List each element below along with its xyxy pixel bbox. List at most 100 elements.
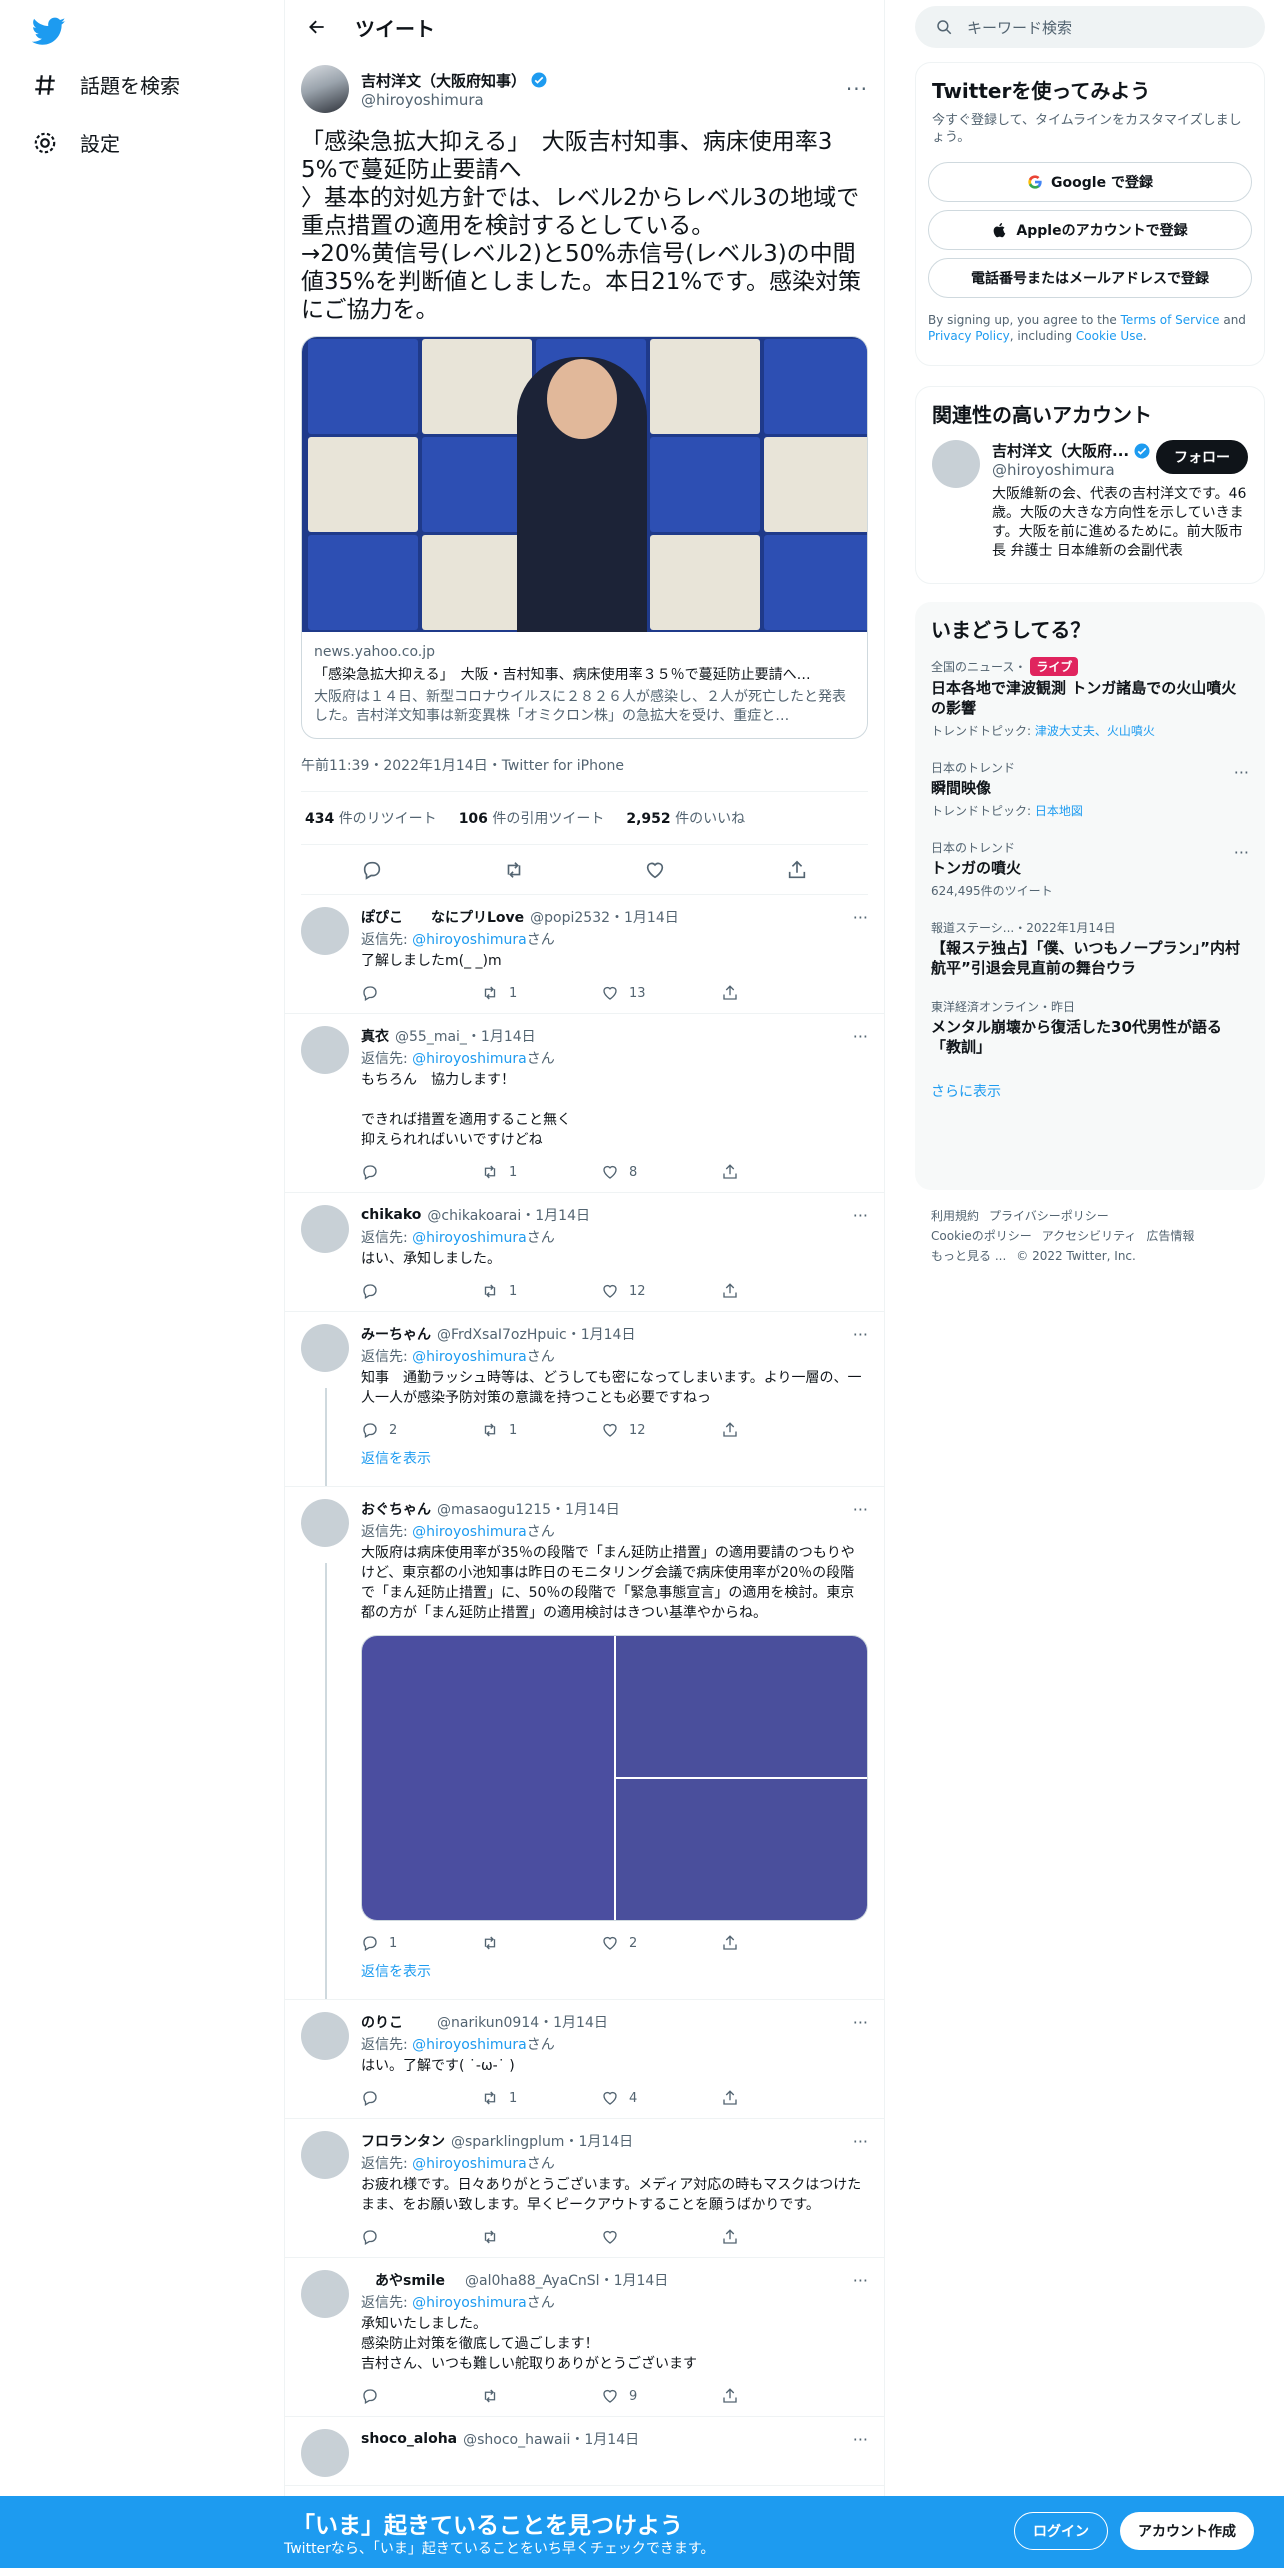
reply-button[interactable]: 2 bbox=[361, 1421, 481, 1439]
nav-settings[interactable]: 設定 bbox=[32, 128, 120, 157]
footer-link[interactable]: Cookieのポリシー bbox=[931, 1229, 1032, 1243]
reply-button[interactable] bbox=[361, 2089, 481, 2107]
retweet-button[interactable]: 1 bbox=[481, 984, 601, 1002]
footer-link[interactable]: アクセシビリティ bbox=[1042, 1229, 1137, 1243]
reply-meta[interactable]: @masaogu1215・1月14日 bbox=[437, 1499, 620, 1519]
show-replies-link[interactable]: 返信を表示 bbox=[361, 1451, 431, 1467]
retweet-button[interactable]: 1 bbox=[481, 1163, 601, 1181]
reply-author-name[interactable]: 真衣 bbox=[361, 1026, 389, 1046]
reply-tweet[interactable]: ぽぴこ なにプリLove @popi2532・1月14日 ··· 返信先: @hiro… bbox=[285, 895, 884, 1014]
related-name[interactable]: 吉村洋文（大阪府... bbox=[992, 440, 1129, 461]
reply-button[interactable]: 1 bbox=[361, 1934, 481, 1952]
share-button[interactable] bbox=[721, 1934, 841, 1952]
reply-meta[interactable]: @al0ha88_AyaCnSl・1月14日 bbox=[451, 2270, 668, 2290]
retweet-button[interactable]: 1 bbox=[481, 1421, 601, 1439]
more-options-icon[interactable]: ··· bbox=[853, 2013, 868, 2032]
terms-link[interactable]: Terms of Service bbox=[1121, 313, 1220, 327]
reply-tweet[interactable]: あやsmile @al0ha88_AyaCnSl・1月14日 ··· 返信先: @h… bbox=[285, 2258, 884, 2417]
more-options-icon[interactable]: ··· bbox=[853, 2132, 868, 2151]
trend-topic-link[interactable]: 津波大丈夫、火山噴火 bbox=[1035, 724, 1155, 738]
reply-tweet[interactable]: 真衣 @55_mai_・1月14日 ··· 返信先: @hiroyoshimuraさん… bbox=[285, 1014, 884, 1193]
media-image[interactable] bbox=[362, 1636, 614, 1920]
share-button[interactable] bbox=[721, 1282, 841, 1300]
show-replies-link[interactable]: 返信を表示 bbox=[361, 1964, 431, 1980]
media-grid[interactable] bbox=[361, 1635, 868, 1921]
media-image[interactable] bbox=[615, 1636, 867, 1777]
more-options-icon[interactable]: ··· bbox=[853, 2271, 868, 2290]
avatar[interactable] bbox=[301, 2012, 349, 2060]
trend-item[interactable]: 日本のトレンド トンガの噴火 624,495件のツイート ··· bbox=[915, 829, 1265, 909]
avatar[interactable] bbox=[301, 2429, 349, 2477]
reply-tweet[interactable]: shoco_aloha @shoco_hawaii・1月14日 ··· bbox=[285, 2417, 884, 2486]
login-button[interactable]: ログイン bbox=[1014, 2512, 1108, 2550]
reply-button[interactable] bbox=[361, 1282, 481, 1300]
reply-to-handle[interactable]: @hiroyoshimura bbox=[412, 2295, 527, 2311]
reply-button[interactable] bbox=[361, 2228, 481, 2246]
reply-to-handle[interactable]: @hiroyoshimura bbox=[412, 2037, 527, 2053]
more-options-icon[interactable]: ··· bbox=[1234, 843, 1249, 862]
heart-icon[interactable] bbox=[644, 859, 666, 881]
more-options-icon[interactable]: ··· bbox=[853, 1325, 868, 1344]
reply-to-handle[interactable]: @hiroyoshimura bbox=[412, 1349, 527, 1365]
apple-signup-button[interactable]: Appleのアカウントで登録 bbox=[928, 210, 1252, 250]
reply-meta[interactable]: @chikakoarai・1月14日 bbox=[427, 1205, 590, 1225]
reply-tweet[interactable]: みーちゃん @FrdXsaI7ozHpuic・1月14日 ··· 返信先: @hiro… bbox=[285, 1312, 884, 1487]
reply-meta[interactable]: @narikun0914・1月14日 bbox=[409, 2012, 608, 2032]
retweet-button[interactable] bbox=[481, 2387, 601, 2405]
search-input[interactable]: キーワード検索 bbox=[915, 6, 1265, 48]
reply-author-name[interactable]: chikako bbox=[361, 1207, 421, 1223]
footer-link[interactable]: 利用規約 bbox=[931, 1209, 979, 1223]
related-avatar[interactable] bbox=[932, 440, 980, 488]
avatar[interactable] bbox=[301, 2270, 349, 2318]
reply-to-handle[interactable]: @hiroyoshimura bbox=[412, 932, 527, 948]
like-button[interactable]: 9 bbox=[601, 2387, 721, 2405]
more-options-icon[interactable]: ··· bbox=[1234, 763, 1249, 782]
reply-tweet[interactable]: フロランタン @sparklingplum・1月14日 ··· 返信先: @hiroy… bbox=[285, 2119, 884, 2258]
share-button[interactable] bbox=[721, 2228, 841, 2246]
like-button[interactable]: 12 bbox=[601, 1282, 721, 1300]
trend-item[interactable]: 報道ステーシ...・2022年1月14日 【報ステ独占】「僕、いつもノープラン」”… bbox=[915, 909, 1265, 988]
author-name[interactable]: 吉村洋文（大阪府知事） bbox=[361, 70, 526, 91]
share-button[interactable] bbox=[721, 984, 841, 1002]
reply-to-handle[interactable]: @hiroyoshimura bbox=[412, 1524, 527, 1540]
retweet-count[interactable]: 434 件のリツイート bbox=[305, 808, 437, 828]
related-account[interactable]: 吉村洋文（大阪府... @hiroyoshimura フォロー 大阪維新の会、代… bbox=[916, 432, 1264, 573]
share-button[interactable] bbox=[721, 2089, 841, 2107]
reply-meta[interactable]: @shoco_hawaii・1月14日 bbox=[463, 2429, 639, 2449]
reply-author-name[interactable]: おぐちゃん bbox=[361, 1499, 431, 1519]
avatar[interactable] bbox=[301, 1026, 349, 1074]
like-button[interactable]: 8 bbox=[601, 1163, 721, 1181]
reply-author-name[interactable]: フロランタン bbox=[361, 2131, 445, 2151]
trend-topic-link[interactable]: 日本地図 bbox=[1035, 804, 1083, 818]
share-icon[interactable] bbox=[786, 859, 808, 881]
more-options-icon[interactable]: ··· bbox=[853, 1027, 868, 1046]
like-button[interactable]: 12 bbox=[601, 1421, 721, 1439]
reply-author-name[interactable]: shoco_aloha bbox=[361, 2431, 457, 2447]
reply-to-handle[interactable]: @hiroyoshimura bbox=[412, 2156, 527, 2172]
avatar[interactable] bbox=[301, 1324, 349, 1372]
reply-author-name[interactable]: ぽぴこ なにプリLove bbox=[361, 907, 524, 927]
twitter-logo-icon[interactable] bbox=[32, 14, 66, 48]
retweet-button[interactable] bbox=[481, 2228, 601, 2246]
retweet-icon[interactable] bbox=[503, 859, 525, 881]
more-options-icon[interactable]: ··· bbox=[853, 1206, 868, 1225]
more-options-icon[interactable]: ··· bbox=[853, 1500, 868, 1519]
reply-tweet[interactable]: のりこ @narikun0914・1月14日 ··· 返信先: @hiroyoshi… bbox=[285, 2000, 884, 2119]
reply-author-name[interactable]: あやsmile bbox=[361, 2270, 445, 2290]
author-handle[interactable]: @hiroyoshimura bbox=[361, 91, 846, 109]
reply-to-handle[interactable]: @hiroyoshimura bbox=[412, 1230, 527, 1246]
phone-email-signup-button[interactable]: 電話番号またはメールアドレスで登録 bbox=[928, 258, 1252, 298]
retweet-button[interactable]: 1 bbox=[481, 1282, 601, 1300]
google-signup-button[interactable]: Google で登録 bbox=[928, 162, 1252, 202]
quote-count[interactable]: 106 件の引用ツイート bbox=[459, 808, 605, 828]
like-button[interactable]: 13 bbox=[601, 984, 721, 1002]
like-button[interactable]: 2 bbox=[601, 1934, 721, 1952]
like-count[interactable]: 2,952 件のいいね bbox=[626, 808, 745, 828]
cookie-link[interactable]: Cookie Use bbox=[1076, 329, 1143, 343]
more-options-icon[interactable]: ··· bbox=[853, 2430, 868, 2449]
privacy-link[interactable]: Privacy Policy bbox=[928, 329, 1010, 343]
avatar[interactable] bbox=[301, 1499, 349, 1547]
share-button[interactable] bbox=[721, 2387, 841, 2405]
reply-button[interactable] bbox=[361, 2387, 481, 2405]
link-card[interactable]: news.yahoo.co.jp 「感染急拡大抑える」 大阪・吉村知事、病床使用… bbox=[301, 336, 868, 739]
